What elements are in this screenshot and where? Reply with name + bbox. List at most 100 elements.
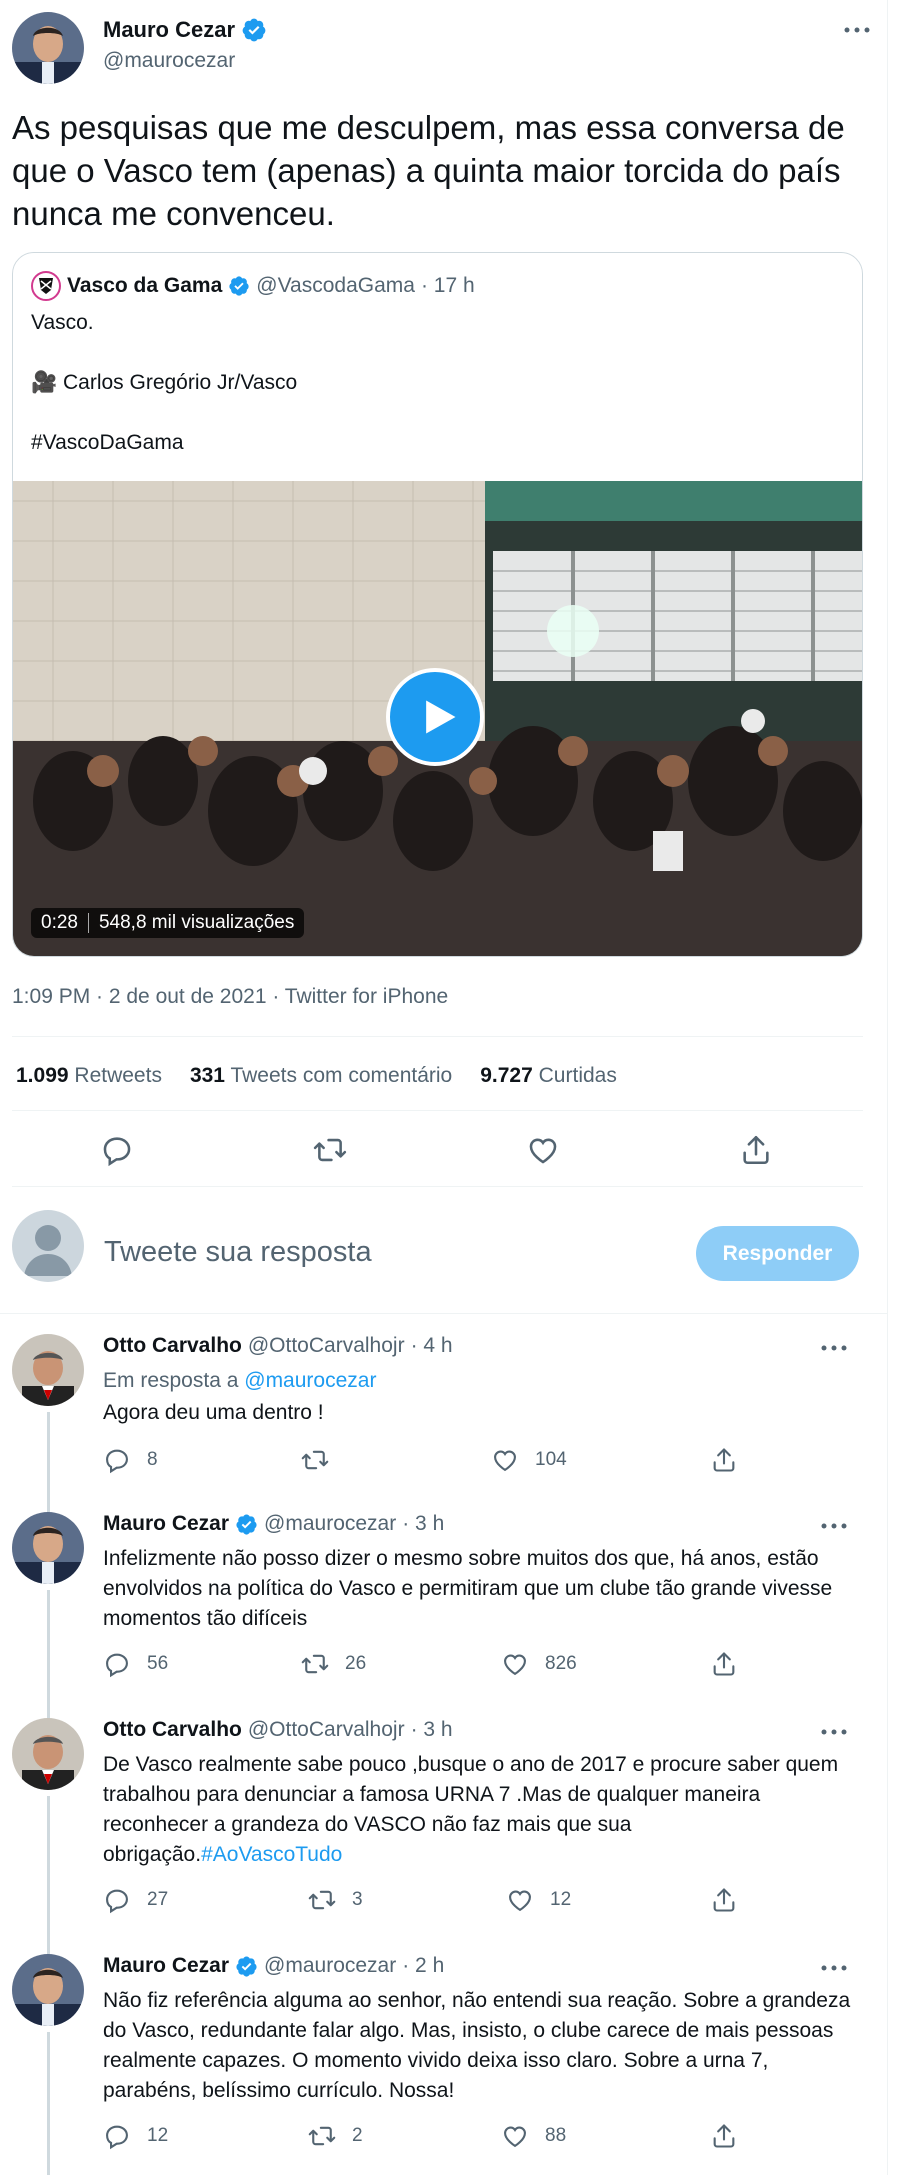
more-options-icon[interactable] — [819, 1958, 849, 1978]
quoted-author-name: Vasco da Gama — [67, 274, 223, 297]
more-options-icon[interactable] — [842, 20, 872, 40]
reply-icon[interactable] — [100, 1133, 140, 1173]
action-bar: 12 2 88 — [103, 2122, 753, 2156]
reply-to-prefix: Em resposta a — [103, 1369, 239, 1392]
reply-context: Em resposta a @maurocezar — [103, 1366, 863, 1396]
avatar[interactable] — [12, 1512, 84, 1584]
share-action[interactable] — [710, 1650, 738, 1678]
retweet-action[interactable]: 2 — [308, 2122, 363, 2150]
share-icon — [710, 1650, 738, 1678]
tweet-timestamp[interactable]: 1:09 PM · 2 de out de 2021 · Twitter for… — [12, 985, 448, 1009]
author-handle[interactable]: @maurocezar — [264, 1512, 396, 1536]
tweet-time[interactable]: · 2 h — [402, 1954, 444, 1978]
more-options-icon[interactable] — [819, 1722, 849, 1742]
retweet-count: 2 — [352, 2125, 363, 2146]
quotes-label: Tweets com comentário — [230, 1064, 453, 1087]
author-name[interactable]: Mauro Cezar — [103, 17, 267, 43]
reply-tweet[interactable]: Mauro Cezar @maurocezar · 2 h Não fiz re… — [0, 1954, 887, 2175]
tweet-time[interactable]: · 3 h — [402, 1512, 444, 1536]
like-icon — [501, 2122, 529, 2150]
tweet-text: Não fiz referência alguma ao senhor, não… — [103, 1989, 851, 2102]
tweet-text: As pesquisas que me desculpem, mas essa … — [12, 109, 845, 232]
video-info-badge: 0:28 548,8 mil visualizações — [31, 908, 305, 938]
verified-badge-icon — [235, 1955, 258, 1978]
quoted-time: · 17 h — [420, 274, 475, 297]
author-handle[interactable]: @maurocezar — [264, 1954, 396, 1978]
like-action[interactable]: 826 — [501, 1650, 577, 1678]
reply-tweet[interactable]: Otto Carvalho @OttoCarvalhojr · 4 h Em r… — [0, 1334, 887, 1552]
reply-header: Otto Carvalho @OttoCarvalhojr · 4 h — [103, 1334, 453, 1358]
reply-tweet[interactable]: Otto Carvalho @OttoCarvalhojr · 3 h De V… — [0, 1718, 887, 1970]
verified-badge-icon — [241, 17, 267, 43]
thread-line — [47, 1590, 50, 1730]
retweet-action[interactable] — [301, 1446, 345, 1474]
share-action[interactable] — [710, 2122, 738, 2150]
author-name[interactable]: Otto Carvalho — [103, 1718, 242, 1742]
reply-count: 56 — [147, 1653, 169, 1674]
avatar[interactable] — [12, 12, 84, 84]
retweet-action[interactable]: 26 — [301, 1650, 366, 1678]
likes-stat[interactable]: 9.727 Curtidas — [480, 1064, 617, 1088]
quotes-stat[interactable]: 331 Tweets com comentário — [190, 1064, 452, 1088]
share-icon — [710, 1886, 738, 1914]
more-options-icon[interactable] — [819, 1338, 849, 1358]
video-player[interactable]: 0:28 548,8 mil visualizações — [13, 481, 862, 956]
quoted-tweet[interactable]: Vasco da Gama @VascodaGama · 17 h Vasco.… — [12, 252, 863, 957]
reply-action[interactable]: 8 — [103, 1446, 158, 1474]
verified-badge-icon — [235, 1513, 258, 1536]
quoted-text-line: Vasco. — [31, 311, 94, 334]
retweets-stat[interactable]: 1.099 Retweets — [16, 1064, 162, 1088]
tweet-time[interactable]: · 3 h — [411, 1718, 453, 1742]
action-bar: 27 3 12 — [103, 1886, 753, 1920]
reply-action[interactable]: 56 — [103, 1650, 168, 1678]
retweet-icon — [301, 1446, 329, 1474]
quotes-count: 331 — [189, 1064, 225, 1087]
tweet-text: De Vasco realmente sabe pouco ,busque o … — [103, 1750, 863, 1870]
reply-icon — [103, 1650, 131, 1678]
quoted-tweet-header: Vasco da Gama @VascodaGama · 17 h — [31, 271, 475, 301]
avatar[interactable] — [12, 1718, 84, 1790]
action-bar: 8 104 — [103, 1446, 753, 1480]
reply-input[interactable]: Tweete sua resposta — [104, 1236, 372, 1269]
author-name[interactable]: Mauro Cezar — [103, 1954, 229, 1978]
retweet-action[interactable]: 3 — [308, 1886, 363, 1914]
likes-label: Curtidas — [538, 1064, 617, 1087]
reply-action[interactable]: 27 — [103, 1886, 168, 1914]
reply-tweet[interactable]: Mauro Cezar @maurocezar · 3 h Infelizmen… — [0, 1512, 887, 1730]
retweet-icon — [301, 1650, 329, 1678]
hashtag-link[interactable]: #AoVascoTudo — [201, 1843, 342, 1866]
like-action[interactable]: 104 — [491, 1446, 567, 1474]
author-handle[interactable]: @OttoCarvalhojr — [248, 1334, 405, 1358]
divider — [12, 1110, 863, 1111]
share-action[interactable] — [710, 1886, 738, 1914]
reply-icon — [103, 1446, 131, 1474]
avatar[interactable] — [12, 1954, 84, 2026]
like-icon[interactable] — [526, 1133, 566, 1173]
play-icon[interactable] — [386, 668, 484, 766]
author-name[interactable]: Mauro Cezar — [103, 1512, 229, 1536]
more-options-icon[interactable] — [819, 1516, 849, 1536]
author-name[interactable]: Otto Carvalho — [103, 1334, 242, 1358]
divider — [12, 1186, 863, 1187]
share-icon[interactable] — [739, 1133, 779, 1173]
avatar[interactable] — [12, 1334, 84, 1406]
video-duration: 0:28 — [41, 912, 78, 933]
share-action[interactable] — [710, 1446, 738, 1474]
author-handle[interactable]: @OttoCarvalhojr — [248, 1718, 405, 1742]
retweet-icon[interactable] — [313, 1133, 353, 1173]
tweet-time[interactable]: · 4 h — [411, 1334, 453, 1358]
reply-action[interactable]: 12 — [103, 2122, 168, 2150]
like-icon — [506, 1886, 534, 1914]
author-handle[interactable]: @maurocezar — [103, 49, 235, 73]
like-count: 88 — [545, 2125, 567, 2146]
retweets-count: 1.099 — [16, 1064, 69, 1087]
reply-button[interactable]: Responder — [696, 1226, 859, 1281]
like-action[interactable]: 12 — [506, 1886, 571, 1914]
like-icon — [501, 1650, 529, 1678]
video-views: 548,8 mil visualizações — [98, 912, 295, 933]
reply-to-handle[interactable]: @maurocezar — [244, 1369, 376, 1392]
thread-line — [47, 2032, 50, 2175]
like-action[interactable]: 88 — [501, 2122, 566, 2150]
quoted-avatar — [31, 271, 61, 301]
reply-count: 12 — [147, 2125, 169, 2146]
